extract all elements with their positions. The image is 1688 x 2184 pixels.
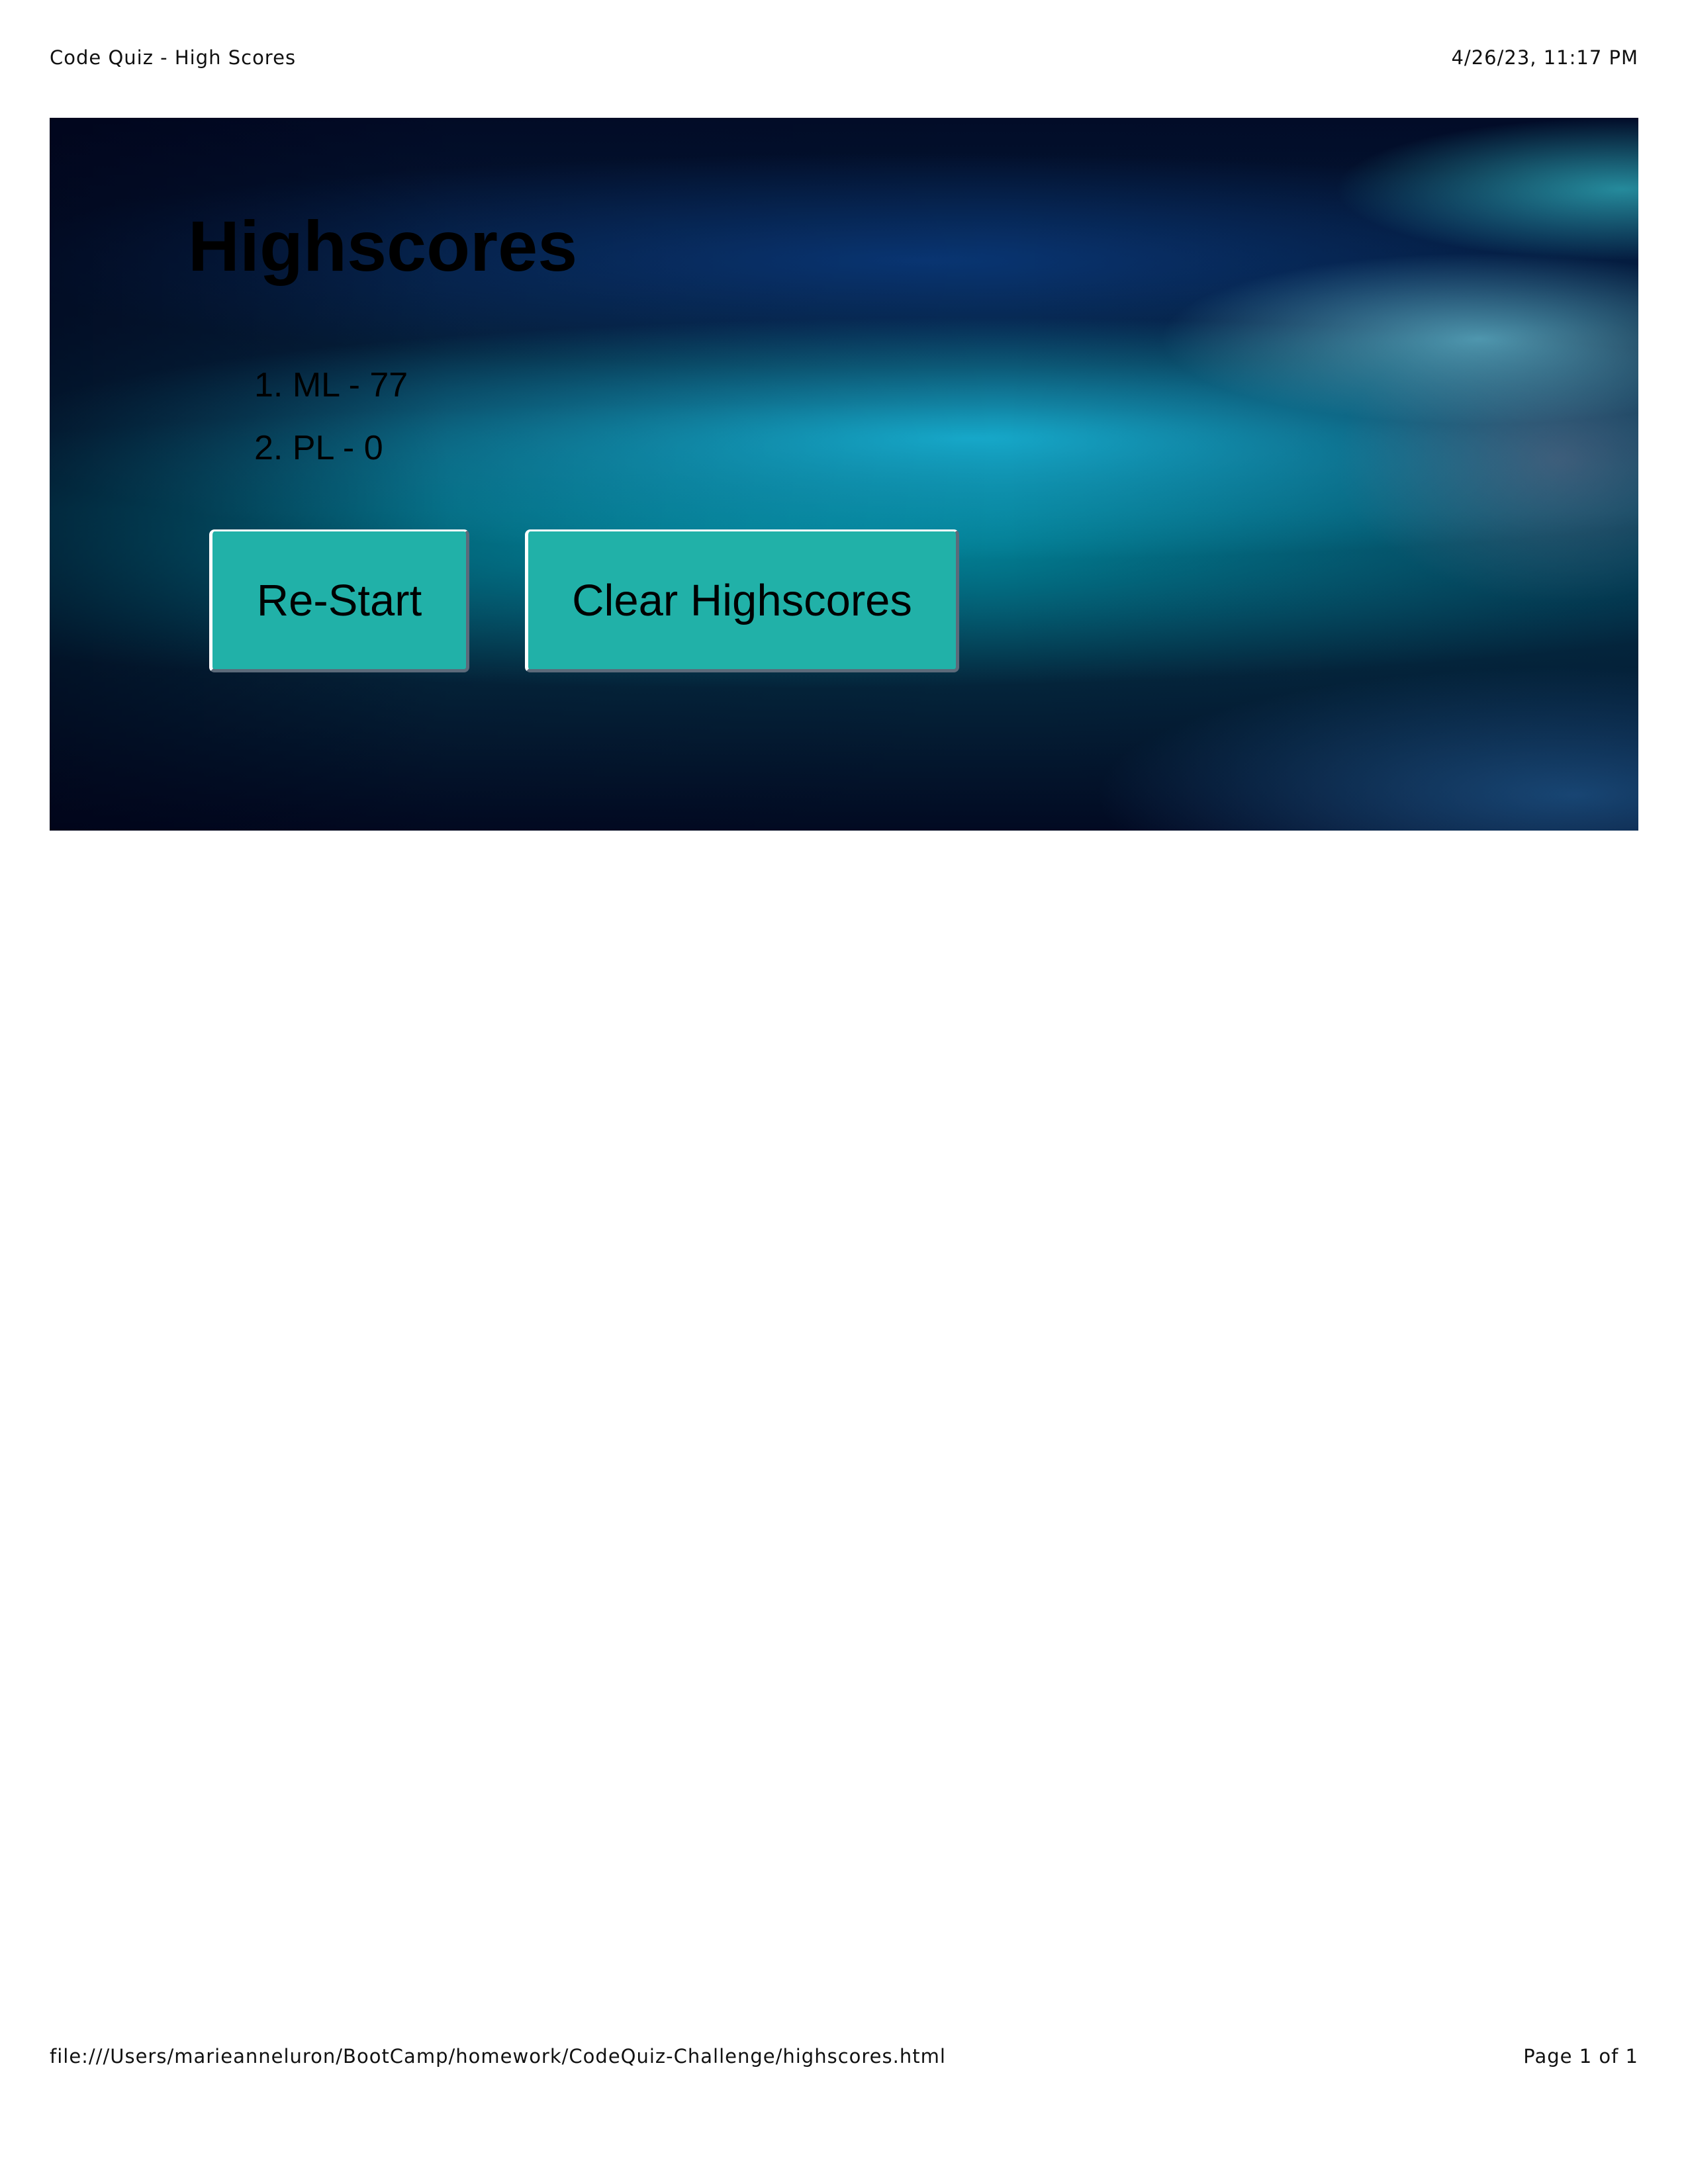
print-header-title: Code Quiz - High Scores (50, 46, 297, 69)
print-footer-url: file:///Users/marieanneluron/BootCamp/ho… (50, 2045, 946, 2068)
restart-button[interactable]: Re-Start (209, 529, 469, 672)
print-header: Code Quiz - High Scores 4/26/23, 11:17 P… (50, 46, 1638, 69)
highscore-item: 1. ML - 77 (254, 366, 408, 404)
print-header-datetime: 4/26/23, 11:17 PM (1451, 46, 1638, 69)
print-footer-page-number: Page 1 of 1 (1523, 2045, 1638, 2068)
print-footer: file:///Users/marieanneluron/BootCamp/ho… (50, 2045, 1638, 2068)
page-title: Highscores (188, 206, 578, 286)
clear-highscores-button[interactable]: Clear Highscores (525, 529, 959, 672)
highscore-list: 1. ML - 77 2. PL - 0 (254, 354, 408, 480)
highscore-item: 2. PL - 0 (254, 429, 383, 467)
